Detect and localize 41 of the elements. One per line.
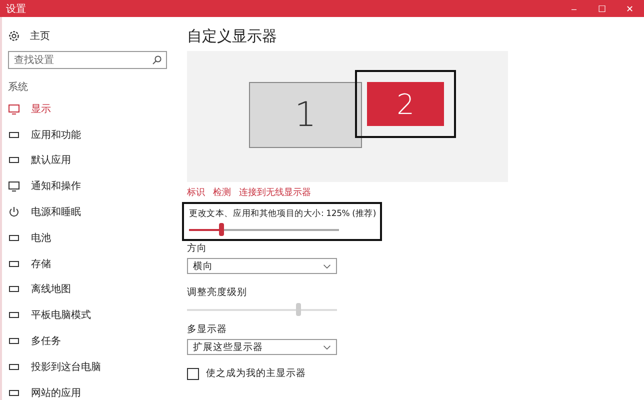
sidebar-item[interactable]: 多任务: [2, 328, 177, 354]
checkbox-label: 使之成为我的主显示器: [206, 367, 306, 380]
sidebar-item[interactable]: 默认应用: [2, 148, 177, 174]
slider-thumb[interactable]: [218, 223, 224, 236]
search-icon: [152, 55, 162, 65]
display-tile[interactable]: 2: [367, 82, 444, 126]
sidebar-item[interactable]: 应用和功能: [2, 122, 177, 148]
sidebar-item[interactable]: 平板电脑模式: [2, 302, 177, 328]
item-icon: [8, 206, 20, 218]
text-link[interactable]: 连接到无线显示器: [239, 186, 311, 199]
search-field[interactable]: 查找设置: [8, 51, 167, 69]
field-label: 调整亮度级别: [187, 286, 248, 299]
sidebar-item[interactable]: 电源和睡眠: [2, 199, 177, 225]
orientation-dropdown[interactable]: 横向: [187, 258, 337, 274]
sidebar-item[interactable]: 通知和操作: [2, 173, 177, 200]
display-tile[interactable]: 1: [249, 82, 362, 148]
sidebar-item[interactable]: 电池: [2, 224, 177, 251]
text-link[interactable]: 检测: [213, 186, 231, 199]
field-label: 多显示器: [187, 323, 228, 336]
chevron-icon: [323, 344, 331, 350]
sidebar-item[interactable]: 存储: [2, 250, 177, 277]
sidebar-item[interactable]: 投影到这台电脑: [2, 354, 177, 380]
text-link[interactable]: 标识: [187, 186, 205, 199]
window-title: 设置: [5, 2, 26, 16]
multi-display-dropdown[interactable]: 扩展这些显示器: [187, 339, 337, 355]
sidebar-item[interactable]: 离线地图: [2, 276, 177, 302]
scale-label: 更改文本、应用和其他项目的大小: 125% (推荐): [189, 208, 375, 220]
item-icon: [8, 102, 20, 115]
field-label: 方向: [187, 242, 208, 255]
maximize-button[interactable]: ☐: [588, 0, 616, 17]
sidebar-item[interactable]: 显示: [2, 96, 177, 122]
item-icon: [8, 180, 20, 192]
sidebar-item[interactable]: 网站的应用: [2, 380, 177, 400]
home-link[interactable]: 主页: [2, 27, 177, 45]
gear-icon: [8, 30, 20, 42]
close-button[interactable]: ✕: [616, 0, 644, 17]
chevron-icon: [323, 264, 331, 268]
section-label: 系统: [8, 80, 29, 94]
page-heading: 自定义显示器: [187, 27, 278, 46]
checkbox[interactable]: [187, 368, 199, 380]
minimize-button[interactable]: –: [560, 0, 588, 17]
